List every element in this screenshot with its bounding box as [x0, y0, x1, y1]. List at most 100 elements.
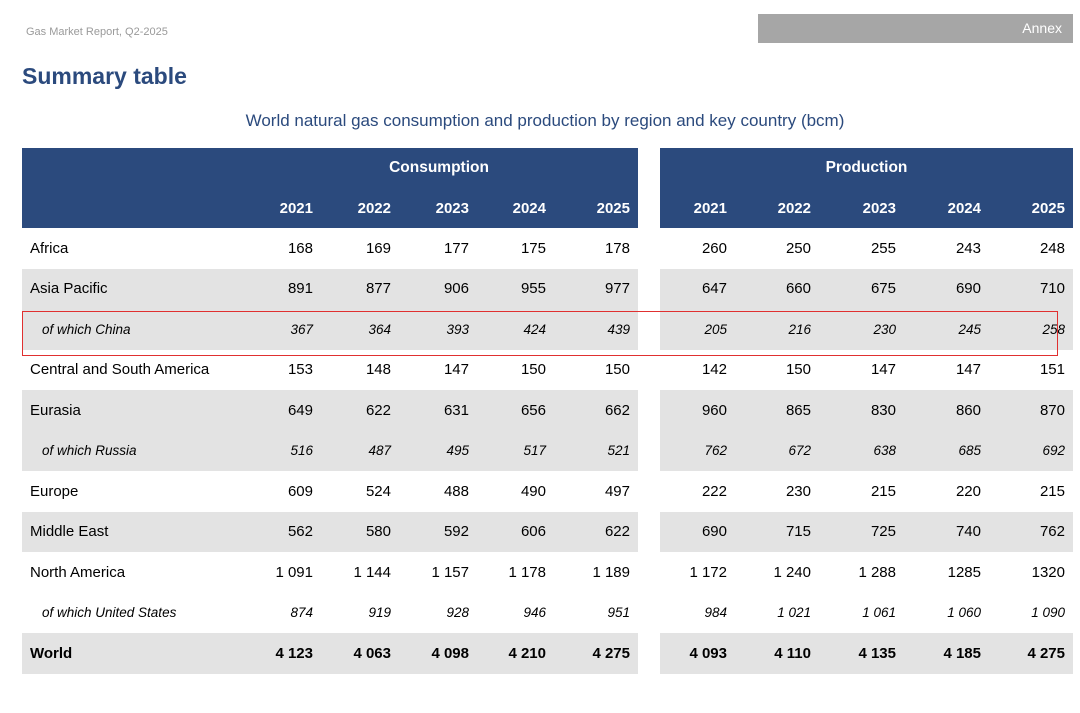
production-cell: 960 — [660, 390, 735, 431]
year-header: 2021 — [240, 188, 321, 228]
production-cell: 690 — [660, 511, 735, 552]
consumption-cell: 178 — [604, 239, 630, 257]
consumption-cell: 919 — [368, 605, 391, 621]
column-gap — [638, 430, 660, 471]
group-header-consumption: Consumption — [240, 148, 638, 188]
production-cell: 230 — [785, 482, 811, 500]
production-cell: 710 — [989, 268, 1073, 309]
production-cell: 1 172 — [689, 563, 727, 581]
production-cell: 215 — [870, 482, 896, 500]
production-cell: 830 — [819, 390, 904, 431]
consumption-cell: 168 — [287, 239, 313, 257]
table-row: Asia Pacific 891 877 906 955 977 647 660 675 690 7… — [22, 268, 1073, 309]
column-gap — [638, 188, 660, 228]
consumption-cell: 1 091 — [275, 563, 313, 581]
consumption-cell: 592 — [399, 511, 477, 552]
production-cell: 4 135 — [819, 633, 904, 674]
consumption-cell: 424 — [477, 309, 554, 350]
region-label: of which Russia — [22, 430, 240, 471]
consumption-cell: 649 — [240, 390, 321, 431]
consumption-cell: 517 — [477, 430, 554, 471]
column-gap — [638, 390, 660, 431]
consumption-cell: 562 — [240, 511, 321, 552]
table-row: World 4 123 4 063 4 098 4 210 4 275 4 093 4 110… — [22, 633, 1073, 674]
year-header: 2023 — [399, 188, 477, 228]
group-header-production: Production — [660, 148, 1073, 188]
year-header: 2022 — [321, 188, 399, 228]
consumption-cell: 169 — [365, 239, 391, 257]
production-cell: 222 — [701, 482, 727, 500]
production-cell: 762 — [660, 430, 735, 471]
consumption-cell: 877 — [321, 268, 399, 309]
consumption-cell: 147 — [443, 361, 469, 379]
region-label: Africa — [30, 239, 69, 257]
production-cell: 690 — [904, 268, 989, 309]
consumption-cell: 1 144 — [353, 563, 391, 581]
production-cell: 258 — [989, 309, 1073, 350]
consumption-cell: 977 — [554, 268, 638, 309]
table-row: Africa 168 169 177 175 178 260 250 255 243 248 — [22, 228, 1073, 269]
consumption-cell: 4 275 — [554, 633, 638, 674]
report-name: Gas Market Report, Q2-2025 — [26, 26, 168, 38]
year-header: 2021 — [660, 188, 735, 228]
consumption-cell: 609 — [287, 482, 313, 500]
consumption-cell: 364 — [321, 309, 399, 350]
production-cell: 660 — [735, 268, 819, 309]
consumption-cell: 4 098 — [399, 633, 477, 674]
production-cell: 984 — [704, 605, 727, 621]
table-row: of which Russia 516 487 495 517 521 762 672 638 6… — [22, 430, 1073, 471]
consumption-cell: 891 — [240, 268, 321, 309]
consumption-cell: 150 — [520, 361, 546, 379]
production-cell: 205 — [660, 309, 735, 350]
region-label: Eurasia — [22, 390, 240, 431]
production-cell: 245 — [904, 309, 989, 350]
year-header: 2022 — [735, 188, 819, 228]
production-cell: 151 — [1039, 361, 1065, 379]
consumption-cell: 906 — [399, 268, 477, 309]
production-cell: 715 — [735, 511, 819, 552]
consumption-cell: 150 — [604, 361, 630, 379]
production-cell: 230 — [819, 309, 904, 350]
consumption-cell: 580 — [321, 511, 399, 552]
consumption-cell: 874 — [290, 605, 313, 621]
consumption-cell: 622 — [554, 511, 638, 552]
column-gap — [638, 511, 660, 552]
production-cell: 4 185 — [904, 633, 989, 674]
production-cell: 672 — [735, 430, 819, 471]
production-cell: 220 — [955, 482, 981, 500]
consumption-cell: 928 — [446, 605, 469, 621]
production-cell: 870 — [989, 390, 1073, 431]
production-cell: 250 — [785, 239, 811, 257]
consumption-cell: 439 — [554, 309, 638, 350]
year-header: 2025 — [989, 188, 1073, 228]
production-cell: 725 — [819, 511, 904, 552]
consumption-cell: 524 — [365, 482, 391, 500]
production-cell: 248 — [1039, 239, 1065, 257]
year-header: 2024 — [904, 188, 989, 228]
table-row: Central and South America 153 148 147 150 150… — [22, 349, 1073, 390]
column-gap — [638, 228, 660, 269]
column-gap — [638, 552, 660, 593]
consumption-cell: 1 157 — [431, 563, 469, 581]
consumption-cell: 516 — [240, 430, 321, 471]
production-cell: 4 110 — [735, 633, 819, 674]
consumption-cell: 175 — [520, 239, 546, 257]
table-row: Middle East 562 580 592 606 622 690 715 725 740 76… — [22, 511, 1073, 552]
production-cell: 260 — [701, 239, 727, 257]
production-cell: 685 — [904, 430, 989, 471]
region-label: Europe — [30, 482, 79, 500]
table-row: North America 1 091 1 144 1 157 1 178 1 189 1 … — [22, 552, 1073, 593]
production-cell: 142 — [701, 361, 727, 379]
column-gap — [638, 268, 660, 309]
production-cell: 638 — [819, 430, 904, 471]
production-cell: 147 — [870, 361, 896, 379]
production-cell: 740 — [904, 511, 989, 552]
table-row: of which United States 874 919 928 946 951 984… — [22, 592, 1073, 633]
table-title: World natural gas consumption and produc… — [245, 111, 845, 130]
production-cell: 692 — [989, 430, 1073, 471]
production-cell: 243 — [955, 239, 981, 257]
production-cell: 216 — [735, 309, 819, 350]
consumption-cell: 946 — [523, 605, 546, 621]
consumption-cell: 4 063 — [321, 633, 399, 674]
consumption-cell: 487 — [321, 430, 399, 471]
